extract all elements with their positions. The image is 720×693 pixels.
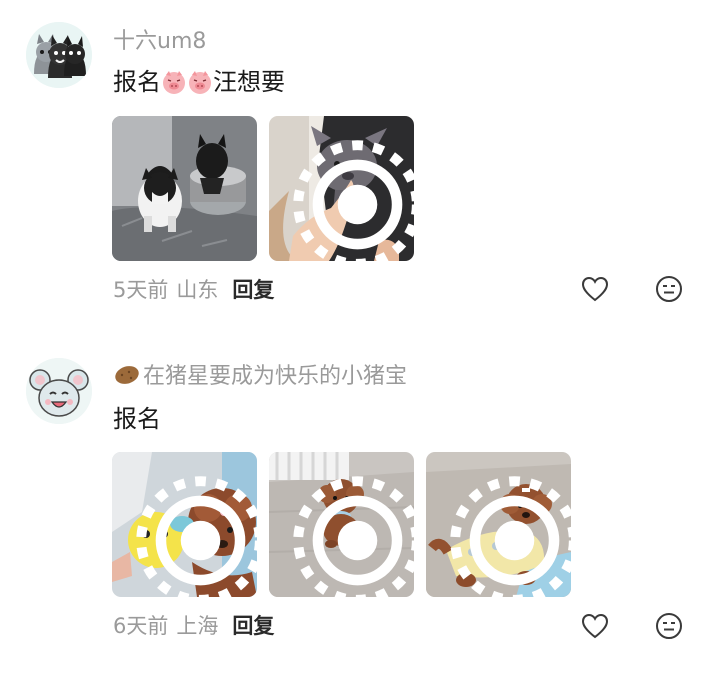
username-text[interactable]: 十六um8 (113, 29, 206, 54)
potato-icon (115, 366, 139, 384)
comment-image[interactable] (426, 452, 571, 597)
cartoon-mouse-avatar-image (26, 358, 92, 424)
comment-text: 报名 汪想要 (113, 66, 285, 98)
username[interactable]: 十六um8 (113, 28, 206, 56)
comment-text-part: 汪想要 (213, 68, 285, 96)
comment-image[interactable] (112, 452, 257, 597)
comment-text-part: 报名 (113, 68, 161, 96)
bulldog-puppies-photo (112, 116, 257, 261)
live-photo-icon (450, 476, 571, 597)
live-photo-icon (293, 140, 414, 261)
comment-text-part: 报名 (113, 405, 161, 433)
username-text[interactable]: 在猪星要成为快乐的小猪宝 (143, 364, 407, 389)
comment-image[interactable] (269, 116, 414, 261)
french-bulldogs-avatar-image (26, 22, 92, 88)
comment-image[interactable] (112, 116, 257, 261)
reply-button[interactable]: 回复 (232, 614, 274, 638)
live-photo-icon (136, 476, 257, 597)
comment-location: 山东 (176, 278, 219, 302)
comment-text: 报名 (113, 403, 161, 435)
avatar[interactable] (26, 358, 92, 424)
comment-meta: 5天前 山东 回复 (113, 276, 274, 304)
pig-face-emoji-icon (189, 71, 211, 94)
live-photo-icon (293, 476, 414, 597)
comment-location: 上海 (176, 614, 219, 638)
comment-meta: 6天前 上海 回复 (113, 612, 274, 640)
smiley-face-icon[interactable] (654, 611, 684, 641)
reply-button[interactable]: 回复 (232, 278, 274, 302)
smiley-face-icon[interactable] (654, 274, 684, 304)
comment-time: 6天前 (113, 614, 169, 638)
avatar[interactable] (26, 22, 92, 88)
heart-outline-icon[interactable] (580, 274, 610, 304)
pig-face-emoji-icon (163, 71, 185, 94)
comment-image[interactable] (269, 452, 414, 597)
comment-time: 5天前 (113, 278, 169, 302)
heart-outline-icon[interactable] (580, 611, 610, 641)
username[interactable]: 在猪星要成为快乐的小猪宝 (113, 363, 407, 391)
